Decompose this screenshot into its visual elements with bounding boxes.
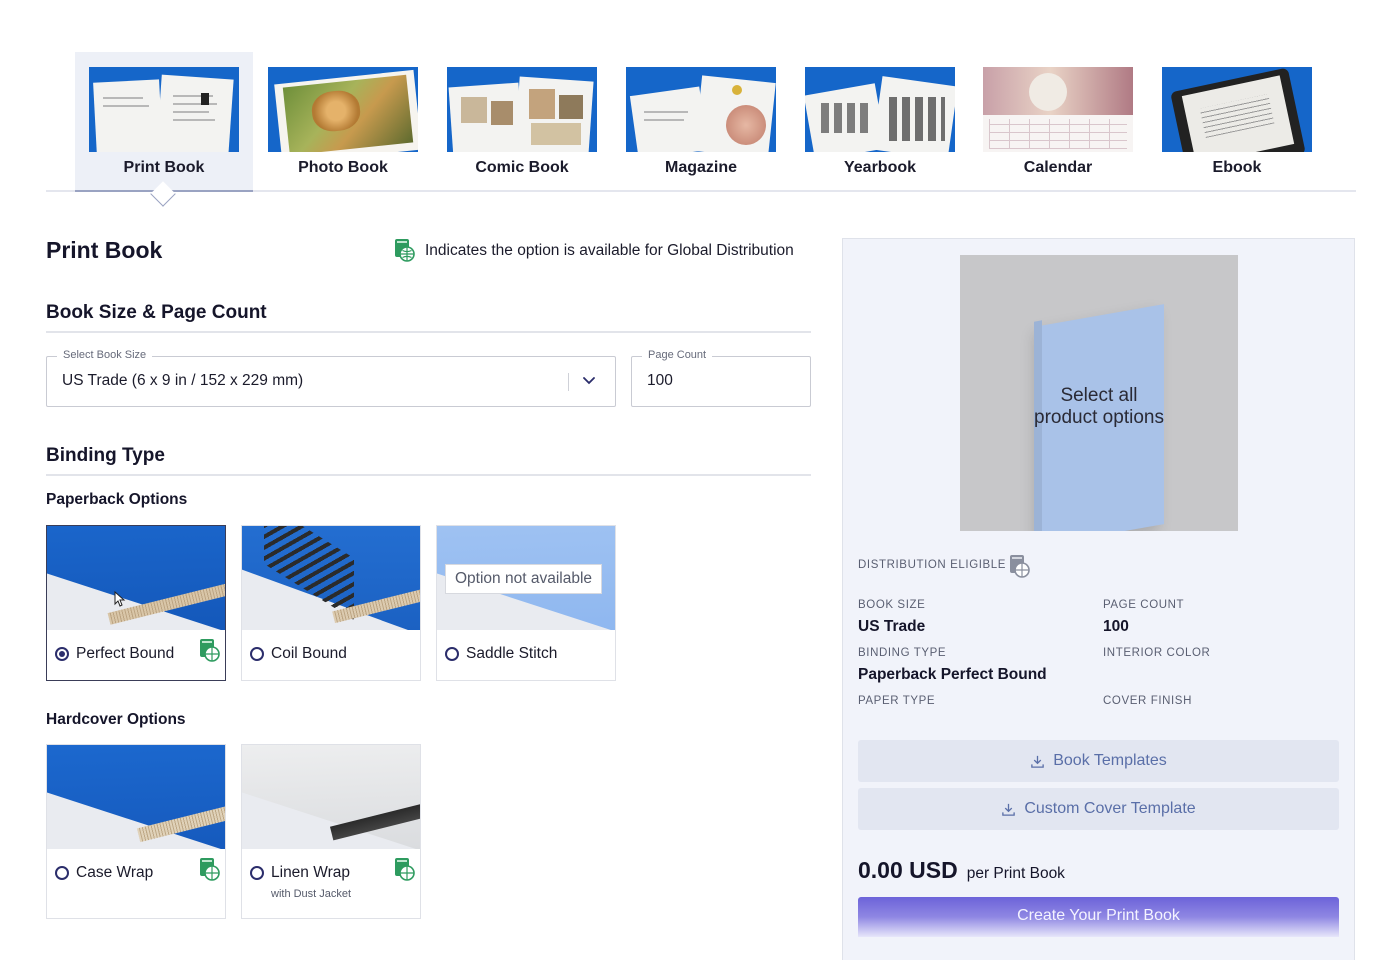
- book-size-label: Select Book Size: [57, 349, 153, 361]
- preview-message-line1: Select all: [1060, 385, 1138, 406]
- book-size-summary-value: US Trade: [858, 618, 926, 635]
- calendar-thumbnail: [983, 67, 1133, 152]
- global-distribution-icon: [200, 858, 220, 881]
- tab-label: Yearbook: [843, 159, 917, 176]
- case-wrap-option[interactable]: Case Wrap: [46, 744, 226, 919]
- global-distribution-icon: [395, 239, 415, 262]
- chevron-down-icon[interactable]: [579, 370, 599, 390]
- radio-unselected[interactable]: [250, 647, 264, 661]
- tab-yearbook[interactable]: Yearbook: [791, 52, 969, 190]
- preview-message-line2: product options: [1034, 407, 1164, 428]
- create-print-book-button[interactable]: Create Your Print Book: [858, 897, 1339, 937]
- photo-book-thumbnail: [268, 67, 418, 152]
- global-distribution-icon: [1010, 555, 1030, 578]
- book-size-value: US Trade (6 x 9 in / 152 x 229 mm): [62, 372, 304, 389]
- select-separator: [568, 373, 569, 391]
- ebook-thumbnail: [1162, 67, 1312, 152]
- page-count-label: Page Count: [642, 349, 713, 361]
- distribution-eligible-label: DISTRIBUTION ELIGIBLE: [858, 559, 1007, 571]
- price-per-unit: per Print Book: [966, 865, 1065, 882]
- perfect-bound-image: [47, 526, 225, 630]
- coil-bound-option[interactable]: Coil Bound: [241, 525, 421, 681]
- perfect-bound-option[interactable]: Perfect Bound: [46, 525, 226, 681]
- option-name: Linen Wrap: [271, 864, 350, 881]
- option-subtitle: with Dust Jacket: [271, 888, 352, 900]
- binding-type-summary-value: Paperback Perfect Bound: [858, 666, 1047, 683]
- tab-magazine[interactable]: Magazine: [612, 52, 790, 190]
- option-name: Coil Bound: [271, 645, 347, 662]
- download-icon: [1002, 803, 1016, 816]
- option-name: Case Wrap: [76, 864, 154, 881]
- case-wrap-image: [47, 745, 225, 849]
- page-count-summary-value: 100: [1103, 618, 1129, 635]
- price-amount: 0.00 USD: [858, 857, 958, 883]
- book-templates-button[interactable]: Book Templates: [858, 740, 1339, 782]
- tab-label: Print Book: [123, 159, 205, 176]
- binding-type-summary-label: BINDING TYPE: [858, 647, 947, 659]
- custom-cover-label: Custom Cover Template: [1024, 800, 1196, 817]
- book-templates-label: Book Templates: [1053, 752, 1167, 769]
- option-not-available-tooltip: Option not available: [445, 564, 603, 594]
- tab-ebook[interactable]: Ebook: [1148, 52, 1326, 190]
- paper-type-summary-label: PAPER TYPE: [858, 695, 936, 707]
- page-title: Print Book: [46, 237, 163, 263]
- saddle-stitch-image: Option not available: [437, 526, 615, 630]
- download-icon: [1031, 755, 1044, 768]
- book-size-select[interactable]: Select Book Size US Trade (6 x 9 in / 15…: [46, 349, 616, 407]
- product-tabs: Print Book Photo Book Comic Book Magazin…: [46, 52, 1356, 207]
- magazine-thumbnail: [626, 67, 776, 152]
- book-size-heading: Book Size & Page Count: [46, 302, 267, 323]
- radio-unselected[interactable]: [250, 866, 264, 880]
- page-count-summary-label: PAGE COUNT: [1103, 599, 1185, 611]
- option-name: Saddle Stitch: [466, 645, 558, 662]
- tab-print-book[interactable]: Print Book: [75, 52, 253, 207]
- book-preview: Select all product options: [960, 255, 1238, 531]
- cover-finish-summary-label: COVER FINISH: [1103, 695, 1192, 707]
- binding-type-heading: Binding Type: [46, 445, 165, 466]
- divider: [46, 331, 811, 333]
- radio-unselected[interactable]: [445, 647, 459, 661]
- tab-label: Ebook: [1212, 159, 1262, 176]
- custom-cover-template-button[interactable]: Custom Cover Template: [858, 788, 1339, 830]
- active-tab-caret: [150, 181, 176, 207]
- hardcover-options-heading: Hardcover Options: [46, 711, 186, 728]
- tab-label: Photo Book: [298, 159, 388, 176]
- linen-wrap-image: [242, 745, 420, 849]
- comic-book-thumbnail: [447, 67, 597, 152]
- radio-unselected[interactable]: [55, 866, 69, 880]
- tab-photo-book[interactable]: Photo Book: [254, 52, 432, 190]
- cursor-icon: [114, 590, 126, 607]
- coil-bound-image: [242, 526, 420, 630]
- price: 0.00 USD per Print Book: [858, 857, 1065, 884]
- print-book-thumbnail: [89, 67, 239, 152]
- tab-label: Magazine: [664, 159, 737, 176]
- divider: [46, 474, 811, 476]
- global-distribution-icon: [200, 639, 220, 662]
- tab-label: Calendar: [1023, 159, 1093, 176]
- page-count-input[interactable]: Page Count 100: [631, 349, 811, 407]
- order-summary-panel: Select all product options DISTRIBUTION …: [842, 238, 1355, 960]
- create-button-label: Create Your Print Book: [1017, 907, 1180, 924]
- interior-color-summary-label: INTERIOR COLOR: [1103, 647, 1211, 659]
- global-distribution-note: Indicates the option is available for Gl…: [425, 242, 794, 259]
- page-count-value: 100: [647, 372, 673, 389]
- option-name: Perfect Bound: [76, 645, 175, 662]
- preview-message: Select all product options: [960, 385, 1238, 429]
- tab-calendar[interactable]: Calendar: [969, 52, 1147, 190]
- yearbook-thumbnail: [805, 67, 955, 152]
- tab-label: Comic Book: [475, 159, 569, 176]
- tab-comic-book[interactable]: Comic Book: [433, 52, 611, 190]
- global-distribution-icon: [395, 858, 415, 881]
- paperback-options-heading: Paperback Options: [46, 491, 188, 508]
- linen-wrap-option[interactable]: Linen Wrap with Dust Jacket: [241, 744, 421, 919]
- saddle-stitch-option[interactable]: Option not available Saddle Stitch: [436, 525, 616, 681]
- book-size-summary-label: BOOK SIZE: [858, 599, 926, 611]
- radio-selected[interactable]: [55, 647, 69, 661]
